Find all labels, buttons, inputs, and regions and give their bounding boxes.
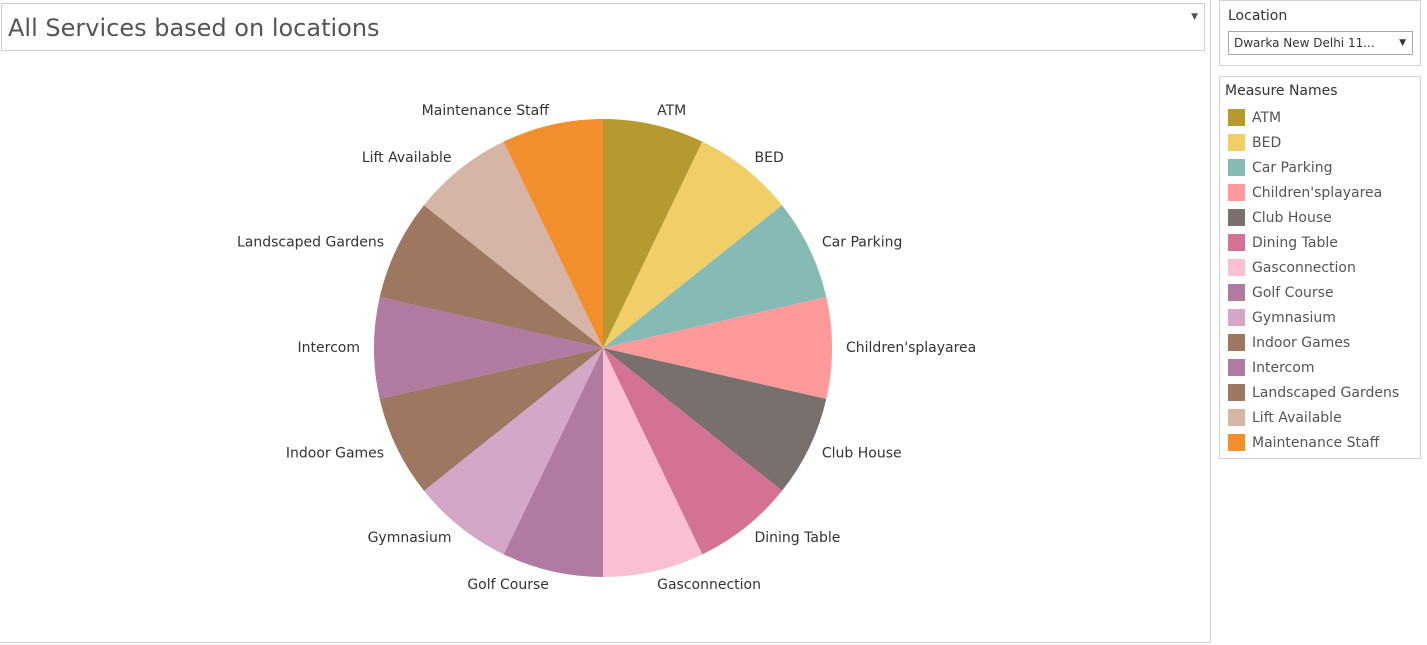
legend-item-dining-table[interactable]: Dining Table — [1228, 230, 1399, 255]
legend-swatch — [1228, 359, 1245, 376]
chevron-down-icon: ▼ — [1399, 38, 1406, 48]
pie-label-maintenance-staff: Maintenance Staff — [422, 103, 550, 119]
legend-swatch — [1228, 334, 1245, 351]
pie-label-indoor-games: Indoor Games — [286, 445, 384, 461]
location-dropdown-value: Dwarka New Delhi 11... — [1234, 36, 1375, 50]
legend-swatch — [1228, 434, 1245, 451]
legend-swatch — [1228, 134, 1245, 151]
legend-item-children-splayarea[interactable]: Children'splayarea — [1228, 180, 1399, 205]
location-filter-card: Location Dwarka New Delhi 11... ▼ — [1219, 0, 1421, 66]
legend-label: Gymnasium — [1252, 309, 1336, 326]
legend-label: ATM — [1252, 109, 1282, 126]
legend-item-landscaped-gardens[interactable]: Landscaped Gardens — [1228, 380, 1399, 405]
legend-swatch — [1228, 209, 1245, 226]
legend-label: Landscaped Gardens — [1252, 384, 1400, 401]
legend-item-intercom[interactable]: Intercom — [1228, 355, 1399, 380]
legend-label: Indoor Games — [1252, 334, 1351, 351]
legend-list: ATM BED Car Parking Children'splayarea Club … — [1228, 105, 1399, 455]
legend-label: Intercom — [1252, 359, 1315, 376]
pie-label-gymnasium: Gymnasium — [368, 530, 452, 546]
legend-swatch — [1228, 309, 1245, 326]
pie-label-lift-available: Lift Available — [362, 150, 452, 166]
legend-label: BED — [1252, 134, 1282, 151]
legend-item-golf-course[interactable]: Golf Course — [1228, 280, 1399, 305]
legend-item-bed[interactable]: BED — [1228, 130, 1399, 155]
chart-area: All Services based on locations ▼ ATM BED… — [0, 0, 1211, 643]
side-panel: Location Dwarka New Delhi 11... ▼ Measur… — [1211, 0, 1427, 645]
legend-swatch — [1228, 284, 1245, 301]
legend-title: Measure Names — [1225, 83, 1338, 99]
legend-label: Gasconnection — [1252, 259, 1356, 276]
legend-item-atm[interactable]: ATM — [1228, 105, 1399, 130]
location-filter-label: Location — [1228, 8, 1288, 24]
legend-swatch — [1228, 109, 1245, 126]
legend-item-maintenance-staff[interactable]: Maintenance Staff — [1228, 430, 1399, 455]
pie-label-gasconnection: Gasconnection — [657, 577, 761, 593]
pie-label-golf-course: Golf Course — [467, 577, 549, 593]
legend-swatch — [1228, 259, 1245, 276]
pie-label-children-splayarea: Children'splayarea — [846, 340, 976, 356]
legend-label: Lift Available — [1252, 409, 1342, 426]
legend-item-club-house[interactable]: Club House — [1228, 205, 1399, 230]
legend-label: Car Parking — [1252, 159, 1333, 176]
legend-label: Children'splayarea — [1252, 184, 1383, 201]
legend-swatch — [1228, 409, 1245, 426]
legend-label: Golf Course — [1252, 284, 1334, 301]
legend-item-car-parking[interactable]: Car Parking — [1228, 155, 1399, 180]
legend-item-indoor-games[interactable]: Indoor Games — [1228, 330, 1399, 355]
pie-label-bed: BED — [755, 150, 784, 166]
legend-label: Dining Table — [1252, 234, 1338, 251]
pie-label-dining-table: Dining Table — [755, 530, 841, 546]
pie-label-atm: ATM — [657, 103, 686, 119]
legend-swatch — [1228, 234, 1245, 251]
legend-swatch — [1228, 384, 1245, 401]
legend-label: Club House — [1252, 209, 1332, 226]
pie-chart: ATM BED Car Parking Children'splayarea Club … — [237, 103, 976, 593]
pie-label-intercom: Intercom — [298, 340, 360, 356]
pie-label-landscaped-gardens: Landscaped Gardens — [237, 235, 384, 251]
pie-label-car-parking: Car Parking — [822, 235, 902, 251]
legend-card: Measure Names ATM BED Car Parking Children'… — [1219, 76, 1421, 459]
legend-item-lift-available[interactable]: Lift Available — [1228, 405, 1399, 430]
legend-item-gymnasium[interactable]: Gymnasium — [1228, 305, 1399, 330]
pie-label-club-house: Club House — [822, 445, 902, 461]
location-dropdown[interactable]: Dwarka New Delhi 11... ▼ — [1228, 31, 1413, 55]
legend-swatch — [1228, 184, 1245, 201]
legend-label: Maintenance Staff — [1252, 434, 1380, 451]
legend-swatch — [1228, 159, 1245, 176]
legend-item-gasconnection[interactable]: Gasconnection — [1228, 255, 1399, 280]
